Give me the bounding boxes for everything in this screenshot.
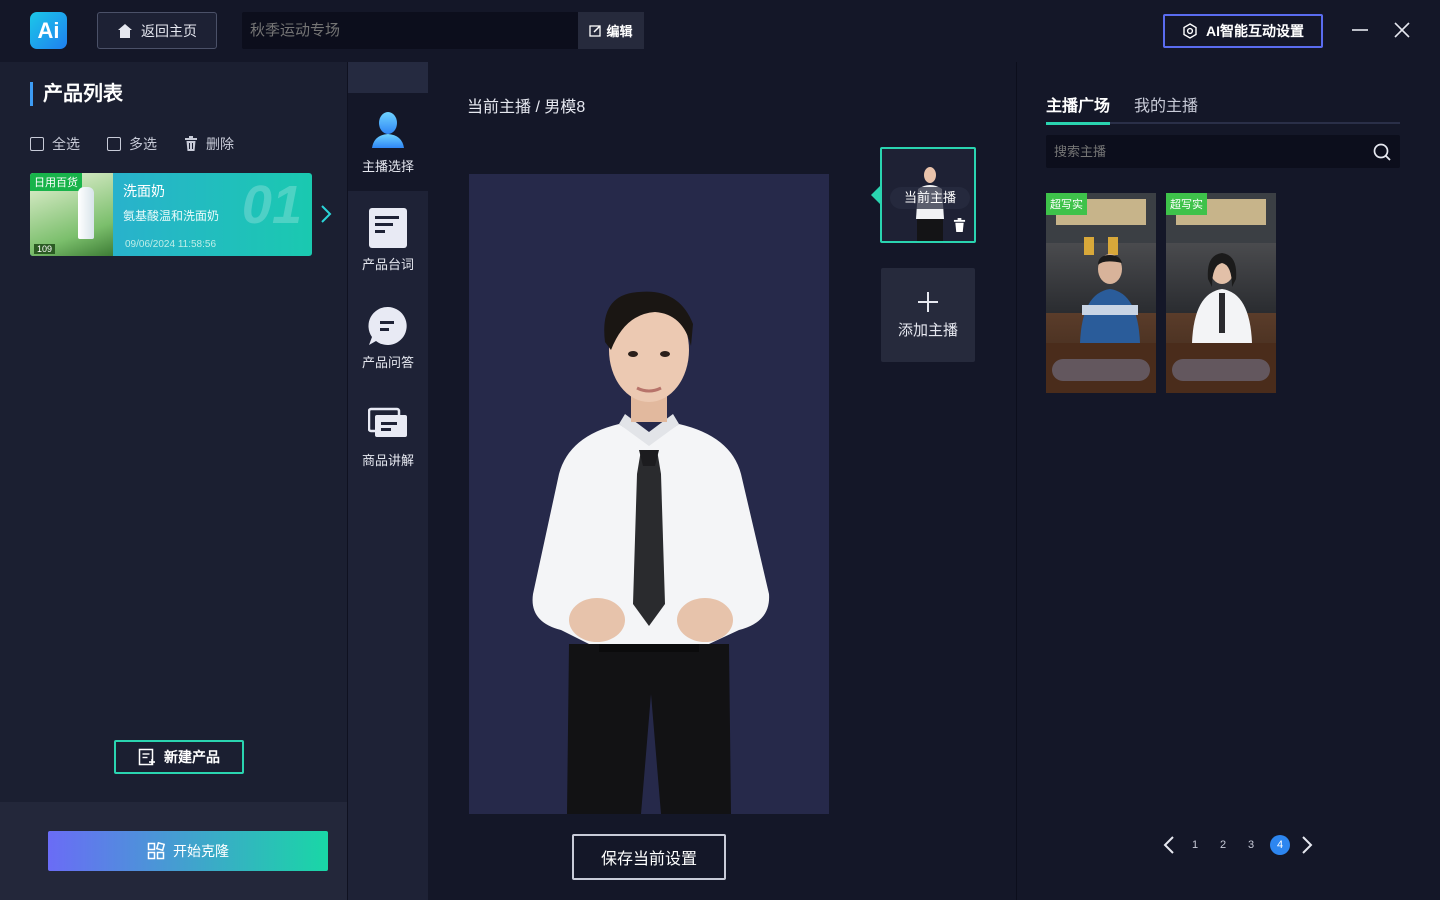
chevron-right-icon[interactable] xyxy=(318,203,334,225)
nav-item-label: 产品台词 xyxy=(361,256,414,272)
page-1[interactable]: 1 xyxy=(1186,839,1204,851)
home-button[interactable]: 返回主页 xyxy=(97,12,217,49)
realistic-tag: 超写实 xyxy=(1046,193,1087,215)
page-3[interactable]: 3 xyxy=(1242,839,1260,851)
new-product-label: 新建产品 xyxy=(164,749,220,765)
save-settings-button[interactable]: 保存当前设置 xyxy=(572,834,726,880)
trash-icon[interactable] xyxy=(953,218,966,233)
checkbox-icon xyxy=(30,137,44,151)
anchor-search-input[interactable] xyxy=(1046,134,1372,169)
select-all-label: 全选 xyxy=(52,136,80,152)
product-index: 01 xyxy=(241,175,302,235)
pagination: 1 2 3 4 xyxy=(1162,833,1314,857)
nav-header xyxy=(348,62,428,93)
anchor-preview xyxy=(469,174,829,814)
app-logo: Ai xyxy=(30,12,67,49)
add-anchor-label: 添加主播 xyxy=(897,321,958,339)
nav-item-product-explain[interactable]: 商品讲解 xyxy=(348,387,428,485)
close-icon[interactable] xyxy=(1392,20,1412,40)
search-icon[interactable] xyxy=(1372,142,1392,162)
edit-button-label: 编辑 xyxy=(606,24,633,39)
anchor-card[interactable]: 超写实 xyxy=(1046,193,1156,393)
presenter-figure xyxy=(532,291,770,814)
page-2[interactable]: 2 xyxy=(1214,839,1232,851)
tab-my-anchors[interactable]: 我的主播 xyxy=(1134,92,1198,122)
slides-icon xyxy=(368,404,408,444)
multi-select-checkbox[interactable]: 多选 xyxy=(107,134,157,154)
current-anchor-label: 当前主播 xyxy=(890,187,970,209)
multi-select-label: 多选 xyxy=(129,136,157,152)
product-price: 109 xyxy=(34,244,56,254)
document-icon xyxy=(368,207,408,248)
nav-item-label: 主播选择 xyxy=(361,158,414,174)
checkbox-icon xyxy=(107,137,121,151)
anchor-gallery-panel xyxy=(1016,62,1440,900)
product-list-title: 产品列表 xyxy=(30,82,123,106)
add-anchor-button[interactable]: 添加主播 xyxy=(881,268,975,362)
product-image xyxy=(78,187,94,239)
select-all-checkbox[interactable]: 全选 xyxy=(30,134,80,154)
anchor-name-blurred xyxy=(1052,359,1150,381)
new-document-icon xyxy=(138,748,155,766)
product-thumbnail: 日用百货 109 xyxy=(30,173,113,256)
session-title-field: 编辑 xyxy=(242,11,644,50)
clone-icon xyxy=(147,842,165,860)
nav-item-anchor-select[interactable]: 主播选择 xyxy=(348,93,428,191)
chevron-left-icon[interactable] xyxy=(1162,835,1176,855)
nav-item-label: 产品问答 xyxy=(361,354,414,370)
delete-button[interactable]: 删除 xyxy=(184,134,234,154)
ai-settings-label: AI智能互动设置 xyxy=(1206,23,1304,39)
chevron-right-icon[interactable] xyxy=(1300,835,1314,855)
current-anchor-breadcrumb: 当前主播 / 男模8 xyxy=(467,99,586,116)
ai-settings-button[interactable]: AI智能互动设置 xyxy=(1163,14,1323,48)
start-clone-label: 开始克隆 xyxy=(173,843,229,859)
anchor-search-field xyxy=(1046,134,1400,169)
minimize-icon[interactable] xyxy=(1350,20,1370,40)
home-button-label: 返回主页 xyxy=(141,22,197,39)
anchor-card[interactable]: 超写实 xyxy=(1166,193,1276,393)
session-title-input[interactable] xyxy=(242,11,578,50)
edit-icon xyxy=(589,25,602,37)
product-info: 洗面奶 氨基酸温和洗面奶 09/06/2024 11:58:56 01 xyxy=(113,173,312,256)
trash-icon xyxy=(185,136,197,151)
nav-item-product-script[interactable]: 产品台词 xyxy=(348,191,428,289)
start-clone-button[interactable]: 开始克隆 xyxy=(48,831,328,871)
tab-anchor-square[interactable]: 主播广场 xyxy=(1046,92,1111,125)
realistic-tag: 超写实 xyxy=(1166,193,1207,215)
page-4-current[interactable]: 4 xyxy=(1270,835,1290,855)
gear-icon xyxy=(1183,23,1197,39)
nav-item-product-qa[interactable]: 产品问答 xyxy=(348,289,428,387)
new-product-button[interactable]: 新建产品 xyxy=(114,740,244,774)
delete-label: 删除 xyxy=(206,136,234,152)
chat-icon xyxy=(368,306,408,346)
current-anchor-thumbnail[interactable]: 当前主播 xyxy=(880,147,976,243)
edit-button[interactable]: 编辑 xyxy=(578,12,644,49)
plus-icon xyxy=(918,291,938,312)
person-icon xyxy=(368,110,408,150)
home-icon xyxy=(118,23,132,38)
anchor-tabs: 主播广场 我的主播 xyxy=(1046,92,1400,125)
nav-item-label: 商品讲解 xyxy=(361,452,414,468)
product-card[interactable]: 日用百货 109 洗面奶 氨基酸温和洗面奶 09/06/2024 11:58:5… xyxy=(30,173,312,256)
category-tag: 日用百货 xyxy=(30,173,82,191)
anchor-name-blurred xyxy=(1172,359,1270,381)
product-date: 09/06/2024 11:58:56 xyxy=(125,239,217,250)
